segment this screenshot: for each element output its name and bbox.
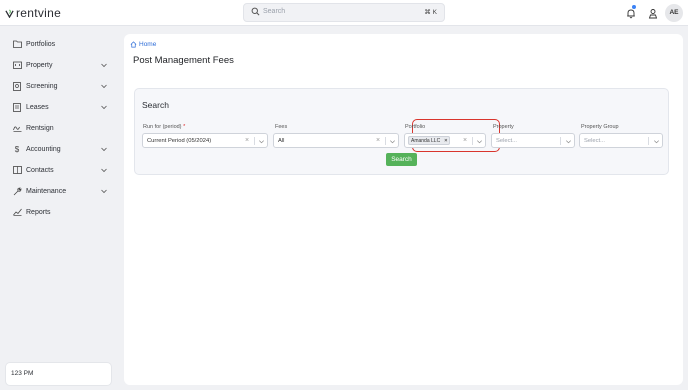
search-icon: [251, 7, 260, 16]
bell-icon: [627, 9, 635, 19]
portfolio-label: Portfolio: [405, 124, 426, 130]
search-button[interactable]: Search: [386, 153, 417, 166]
sidebar-item-property[interactable]: Property: [12, 59, 108, 71]
sidebar-item-label: Leases: [26, 103, 49, 111]
sidebar-item-screening[interactable]: Screening: [12, 80, 108, 92]
chevron-down-icon[interactable]: [565, 138, 572, 145]
sidebar-item-reports[interactable]: Reports: [12, 206, 108, 218]
property-group-select[interactable]: Select...: [579, 133, 663, 148]
select-separator: [385, 137, 386, 145]
sidebar-item-label: Accounting: [26, 145, 61, 153]
portfolio-chip-label: Amanda LLC: [411, 137, 441, 144]
required-mark: *: [183, 124, 186, 130]
sidebar-item-accounting[interactable]: $ Accounting: [12, 143, 108, 155]
property-placeholder: Select...: [496, 138, 517, 144]
status-text: 123 PM: [11, 370, 34, 377]
clear-icon[interactable]: ×: [463, 137, 467, 144]
property-group-label: Property Group: [581, 124, 619, 130]
notifications-button[interactable]: [626, 5, 636, 24]
chevron-down-icon[interactable]: [389, 138, 396, 145]
main-panel: Home Post Management Fees Search Run for…: [124, 34, 683, 385]
sidebar-item-contacts[interactable]: Contacts: [12, 164, 108, 176]
sidebar-item-label: Property: [26, 61, 53, 69]
fees-label: Fees: [275, 124, 288, 130]
rentvine-logo-icon: [5, 9, 14, 18]
property-group-placeholder: Select...: [584, 138, 605, 144]
chevron-down-icon[interactable]: [476, 138, 483, 145]
chip-remove-icon[interactable]: ×: [444, 138, 447, 144]
breadcrumb-home[interactable]: Home: [139, 41, 156, 48]
folder-icon: [12, 39, 22, 49]
page-title: Post Management Fees: [133, 55, 234, 66]
search-card-title: Search: [142, 100, 169, 110]
chevron-down-icon: [101, 63, 107, 68]
search-placeholder: Search: [263, 8, 286, 15]
building-icon: [12, 60, 22, 70]
property-label: Property: [493, 124, 514, 130]
home-icon: [130, 41, 137, 48]
avatar[interactable]: AE: [665, 4, 683, 22]
select-separator: [472, 137, 473, 145]
sidebar-item-label: Portfolios: [26, 40, 56, 48]
person-icon: [648, 9, 658, 19]
run-for-select[interactable]: Current Period (05/2024) ×: [142, 133, 268, 148]
sidebar-item-label: Reports: [26, 208, 51, 216]
chevron-down-icon: [101, 147, 107, 152]
sidebar-item-label: Contacts: [26, 166, 54, 174]
sidebar: Portfolios Property Screening Leases Ren…: [0, 26, 118, 390]
select-separator: [254, 137, 255, 145]
sidebar-item-maintenance[interactable]: Maintenance: [12, 185, 108, 197]
breadcrumb[interactable]: Home: [130, 41, 156, 48]
user-menu-button[interactable]: [648, 6, 658, 24]
reports-icon: [12, 207, 22, 217]
select-separator: [560, 137, 561, 145]
screening-icon: [12, 81, 22, 91]
portfolio-chip: Amanda LLC ×: [408, 136, 451, 145]
search-card: Search Run for (period) * Current Period…: [134, 88, 669, 175]
wrench-icon: [12, 186, 22, 196]
clear-icon[interactable]: ×: [245, 137, 249, 144]
clear-icon[interactable]: ×: [376, 137, 380, 144]
status-box: 123 PM: [6, 363, 111, 385]
notification-dot: [632, 5, 636, 9]
run-for-value: Current Period (05/2024): [147, 138, 212, 144]
fees-value: All: [278, 138, 285, 144]
chevron-down-icon: [101, 84, 107, 89]
portfolio-select[interactable]: Amanda LLC × ×: [404, 133, 486, 148]
run-for-label: Run for (period) *: [143, 124, 185, 130]
property-select[interactable]: Select...: [491, 133, 575, 148]
search-shortcut: ⌘ K: [424, 9, 437, 16]
run-for-label-text: Run for (period): [143, 124, 182, 130]
sidebar-item-label: Screening: [26, 82, 58, 90]
chevron-down-icon[interactable]: [653, 138, 660, 145]
signature-icon: [12, 123, 22, 133]
sidebar-item-rentsign[interactable]: Rentsign: [12, 122, 108, 134]
global-search[interactable]: Search ⌘ K: [243, 3, 445, 22]
top-bar: rentvine Search ⌘ K AE: [0, 0, 688, 26]
sidebar-item-label: Rentsign: [26, 124, 54, 132]
lease-icon: [12, 102, 22, 112]
chevron-down-icon: [101, 105, 107, 110]
sidebar-item-portfolios[interactable]: Portfolios: [12, 38, 108, 50]
sidebar-item-leases[interactable]: Leases: [12, 101, 108, 113]
sidebar-item-label: Maintenance: [26, 187, 67, 195]
chevron-down-icon: [101, 168, 107, 173]
chevron-down-icon: [101, 189, 107, 194]
select-separator: [648, 137, 649, 145]
contacts-icon: [12, 165, 22, 175]
logo[interactable]: rentvine: [5, 6, 61, 20]
fees-select[interactable]: All ×: [273, 133, 399, 148]
logo-text: rentvine: [16, 6, 62, 20]
chevron-down-icon[interactable]: [258, 138, 265, 145]
dollar-icon: $: [14, 144, 20, 154]
